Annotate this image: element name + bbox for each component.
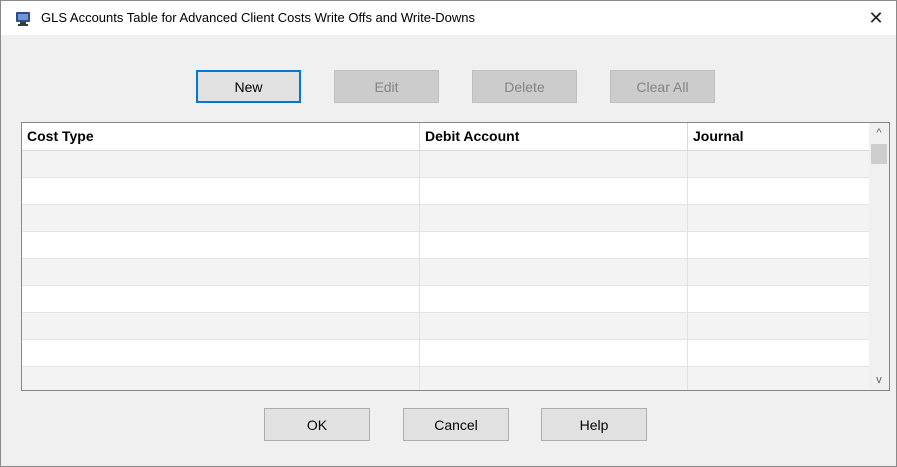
- table-cell[interactable]: [688, 178, 869, 204]
- table-cell[interactable]: [420, 232, 688, 258]
- new-button[interactable]: New: [196, 70, 301, 103]
- scroll-up-button[interactable]: ^: [869, 123, 889, 143]
- table-cell[interactable]: [688, 367, 869, 390]
- table-cell[interactable]: [688, 340, 869, 366]
- accounts-table[interactable]: Cost Type Debit Account Journal ^ v: [21, 122, 890, 391]
- table-cell[interactable]: [22, 232, 420, 258]
- table-cell[interactable]: [420, 259, 688, 285]
- ok-button[interactable]: OK: [264, 408, 370, 441]
- column-header-cost-type[interactable]: Cost Type: [22, 123, 420, 150]
- column-header-journal[interactable]: Journal: [688, 123, 869, 150]
- table-row[interactable]: [22, 151, 869, 178]
- table-cell[interactable]: [22, 178, 420, 204]
- table-cell[interactable]: [688, 259, 869, 285]
- chevron-down-icon: v: [876, 374, 882, 386]
- column-header-debit-account[interactable]: Debit Account: [420, 123, 688, 150]
- table-row[interactable]: [22, 340, 869, 367]
- help-button[interactable]: Help: [541, 408, 647, 441]
- table-cell[interactable]: [688, 205, 869, 231]
- table-cell[interactable]: [420, 367, 688, 390]
- table-cell[interactable]: [688, 286, 869, 312]
- table-cell[interactable]: [420, 178, 688, 204]
- title-bar: GLS Accounts Table for Advanced Client C…: [1, 1, 896, 35]
- edit-button[interactable]: Edit: [334, 70, 439, 103]
- delete-button[interactable]: Delete: [472, 70, 577, 103]
- table-body: [22, 151, 869, 390]
- table-cell[interactable]: [420, 205, 688, 231]
- table-header: Cost Type Debit Account Journal: [22, 123, 869, 151]
- window-title: GLS Accounts Table for Advanced Client C…: [41, 10, 476, 25]
- chevron-up-icon: ^: [876, 127, 882, 139]
- table-cell[interactable]: [688, 313, 869, 339]
- app-icon: [16, 12, 30, 26]
- table-row[interactable]: [22, 313, 869, 340]
- cancel-button[interactable]: Cancel: [403, 408, 509, 441]
- dialog-window: GLS Accounts Table for Advanced Client C…: [0, 0, 897, 467]
- table-row[interactable]: [22, 259, 869, 286]
- table-cell[interactable]: [22, 286, 420, 312]
- vertical-scrollbar[interactable]: ^ v: [869, 123, 889, 390]
- table-cell[interactable]: [22, 259, 420, 285]
- clear-all-button[interactable]: Clear All: [610, 70, 715, 103]
- table-cell[interactable]: [688, 151, 869, 177]
- table-row[interactable]: [22, 205, 869, 232]
- table-row[interactable]: [22, 286, 869, 313]
- table-cell[interactable]: [420, 340, 688, 366]
- table-row[interactable]: [22, 367, 869, 390]
- table-cell[interactable]: [22, 340, 420, 366]
- table-cell[interactable]: [22, 205, 420, 231]
- table-cell[interactable]: [22, 367, 420, 390]
- table-cell[interactable]: [688, 232, 869, 258]
- table-cell[interactable]: [22, 151, 420, 177]
- close-icon: ✕: [868, 7, 884, 28]
- table-cell[interactable]: [22, 313, 420, 339]
- scroll-thumb[interactable]: [871, 144, 887, 164]
- close-button[interactable]: ✕: [856, 1, 896, 35]
- table-cell[interactable]: [420, 151, 688, 177]
- table-cell[interactable]: [420, 313, 688, 339]
- table-row[interactable]: [22, 232, 869, 259]
- table-cell[interactable]: [420, 286, 688, 312]
- scroll-down-button[interactable]: v: [869, 370, 889, 390]
- table-row[interactable]: [22, 178, 869, 205]
